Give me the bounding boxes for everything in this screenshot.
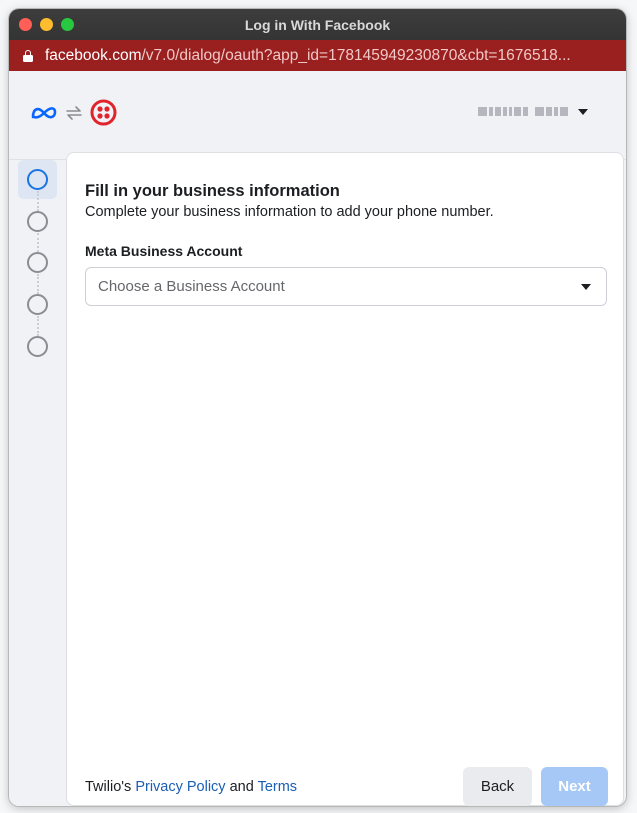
legal-text: Twilio's Privacy Policy and Terms [85, 779, 297, 795]
business-info-card: Fill in your business information Comple… [66, 152, 624, 806]
step-connector [37, 274, 39, 294]
minimize-window-button[interactable] [40, 18, 53, 31]
window-controls [19, 18, 74, 31]
meta-logo-icon [31, 106, 57, 119]
zoom-window-button[interactable] [61, 18, 74, 31]
business-account-select[interactable]: Choose a Business Account [85, 267, 607, 306]
step-connector [37, 191, 39, 211]
dialog-header [9, 71, 626, 160]
next-button[interactable]: Next [541, 767, 608, 806]
step-5-indicator [27, 336, 48, 357]
business-account-label: Meta Business Account [85, 243, 243, 259]
close-window-button[interactable] [19, 18, 32, 31]
logo-group [30, 99, 117, 126]
window-title: Log in With Facebook [244, 16, 391, 33]
browser-window: Log in With Facebook facebook.com/v7.0/d… [9, 9, 626, 806]
terms-link[interactable]: Terms [258, 779, 297, 795]
url-path: /v7.0/dialog/oauth?app_id=17814594923087… [141, 46, 571, 64]
business-account-placeholder: Choose a Business Account [98, 278, 285, 295]
twilio-logo-icon [90, 99, 117, 126]
form-title: Fill in your business information [85, 182, 340, 200]
url-domain: facebook.com [45, 46, 142, 64]
step-connector [37, 316, 39, 336]
privacy-policy-link[interactable]: Privacy Policy [135, 779, 225, 795]
sync-icon [66, 105, 82, 120]
title-bar: Log in With Facebook [9, 9, 626, 40]
chevron-down-icon [578, 108, 588, 115]
chevron-down-icon [581, 284, 591, 290]
lock-icon [23, 49, 33, 62]
form-subtitle: Complete your business information to ad… [85, 204, 494, 220]
step-3-indicator [27, 252, 48, 273]
account-name-redacted [478, 107, 568, 116]
step-1-indicator [27, 169, 48, 190]
url-bar[interactable]: facebook.com/v7.0/dialog/oauth?app_id=17… [9, 40, 626, 71]
step-progress-rail [9, 160, 65, 806]
legal-prefix: Twilio's [85, 779, 132, 795]
account-switcher[interactable] [478, 107, 588, 116]
back-button[interactable]: Back [463, 767, 532, 806]
legal-and: and [229, 779, 254, 795]
step-4-indicator [27, 294, 48, 315]
step-connector [37, 233, 39, 252]
step-2-indicator [27, 211, 48, 232]
